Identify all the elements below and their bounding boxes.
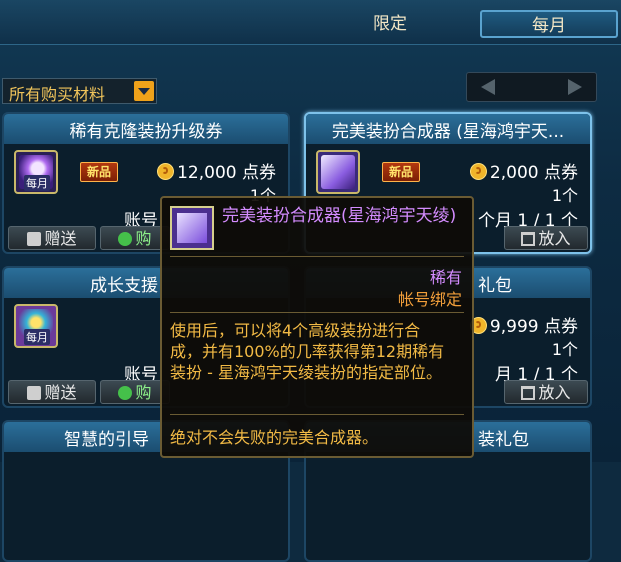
next-page-icon[interactable] xyxy=(568,79,582,95)
buy-icon xyxy=(118,232,133,246)
price-label: 2,000 点券 xyxy=(469,158,578,183)
new-badge: 新品 xyxy=(382,162,420,182)
quantity-label: 1个 xyxy=(551,186,578,205)
item-tooltip: 完美装扮合成器(星海鸿宇天绫) 稀有 帐号绑定 使用后，可以将4个高级装扮进行合… xyxy=(160,196,474,458)
price-label: 12,000 点券 xyxy=(157,158,276,183)
gift-button[interactable]: 赠送 xyxy=(8,380,96,404)
clone-upgrade-ticket-icon: 每月 xyxy=(14,150,58,194)
bind-label: 帐号绑定 xyxy=(397,290,462,309)
cart-icon xyxy=(521,386,536,400)
category-filter-dropdown[interactable]: 所有购买材料 xyxy=(2,78,157,104)
top-bar: 限定 每月 xyxy=(0,0,621,45)
divider xyxy=(170,414,464,415)
gift-button[interactable]: 赠送 xyxy=(8,226,96,250)
monthly-tag: 每月 xyxy=(24,329,50,345)
tooltip-title: 完美装扮合成器(星海鸿宇天绫) xyxy=(222,206,457,226)
gift-icon xyxy=(27,232,42,246)
card-header: 完美装扮合成器 (星海鸿宇天... xyxy=(306,114,590,144)
coupon-icon xyxy=(469,163,487,180)
divider xyxy=(170,312,464,313)
quantity-label: 1个 xyxy=(551,340,578,359)
price-label: 9,999 点券 xyxy=(469,312,578,337)
card-title: 装礼包 xyxy=(478,430,529,450)
coupon-icon xyxy=(157,163,175,180)
growth-support-icon: 每月 xyxy=(14,304,58,348)
monthly-tag: 每月 xyxy=(24,175,50,191)
rarity-label: 稀有 xyxy=(429,268,462,287)
tab-limited[interactable]: 限定 xyxy=(335,10,445,38)
card-header: 稀有克隆装扮升级券 xyxy=(4,114,288,144)
add-to-cart-button[interactable]: 放入 xyxy=(504,226,588,250)
buy-icon xyxy=(118,386,133,400)
card-title: 完美装扮合成器 (星海鸿宇天... xyxy=(331,122,565,142)
cart-icon xyxy=(521,232,536,246)
tab-monthly[interactable]: 每月 xyxy=(480,10,618,38)
chevron-down-icon[interactable] xyxy=(134,81,154,101)
category-filter-value: 所有购买材料 xyxy=(9,85,106,104)
prev-page-icon[interactable] xyxy=(481,79,495,95)
add-to-cart-button[interactable]: 放入 xyxy=(504,380,588,404)
divider xyxy=(170,256,464,257)
card-title: 礼包 xyxy=(478,276,512,296)
pager xyxy=(466,72,597,102)
perfect-synthesizer-icon xyxy=(170,206,214,250)
tooltip-note: 绝对不会失败的完美合成器。 xyxy=(170,428,379,447)
new-badge: 新品 xyxy=(80,162,118,182)
perfect-synthesizer-icon xyxy=(316,150,360,194)
gift-icon xyxy=(27,386,42,400)
tooltip-description: 使用后，可以将4个高级装扮进行合成，并有100%的几率获得第12期稀有装扮 - … xyxy=(170,321,445,382)
card-title: 稀有克隆装扮升级券 xyxy=(69,122,223,142)
